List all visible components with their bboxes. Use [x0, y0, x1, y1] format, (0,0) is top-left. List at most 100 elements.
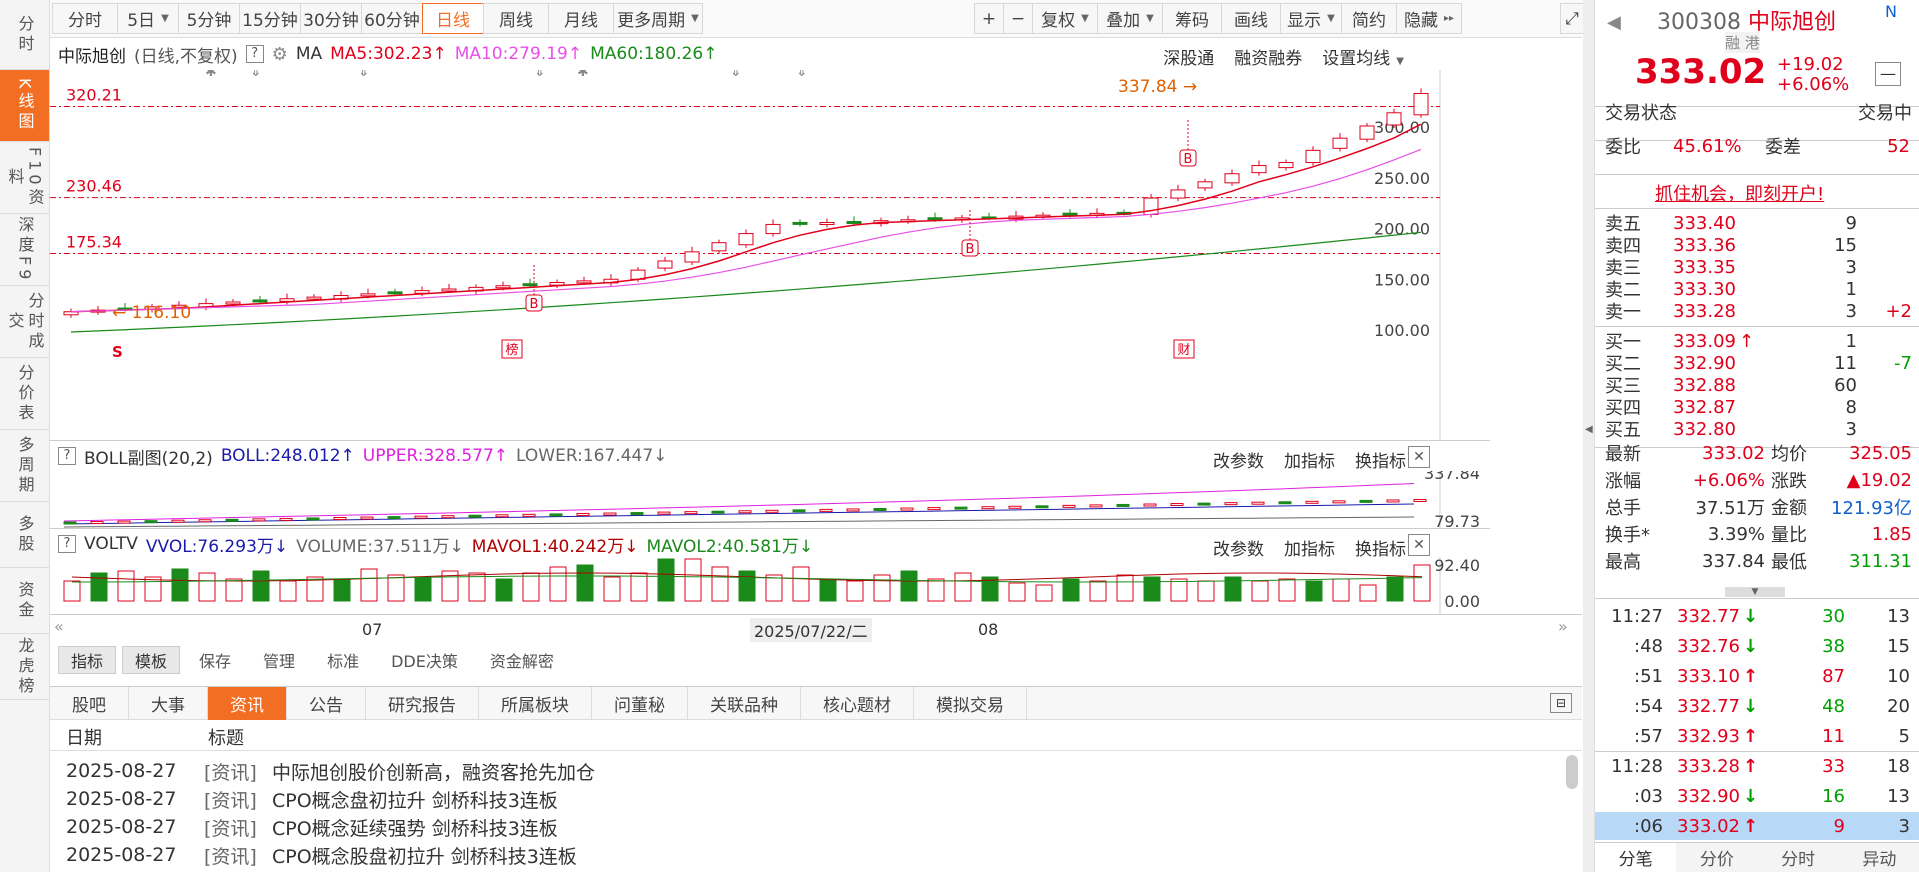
tick-tab-2[interactable]: 分时 — [1758, 843, 1839, 872]
buy-signal-icon[interactable]: B — [961, 239, 979, 257]
news-tab-2[interactable]: 资讯 — [208, 687, 287, 720]
buy-signal-icon[interactable]: B — [1179, 149, 1197, 167]
news-row[interactable]: 2025-08-27 [资讯] CPO概念股盘初拉升 剑桥科技3连板 — [50, 841, 1582, 869]
boll-help-icon[interactable]: ? — [58, 447, 76, 465]
period-button-8[interactable]: 月线 — [548, 3, 614, 34]
tick-price: 332.76 — [1677, 635, 1740, 657]
event-star-icon[interactable]: ⇕ — [730, 70, 742, 80]
left-tab-2[interactable]: F10资料 — [0, 142, 49, 214]
tool-button-8[interactable]: 隐藏 ▸▸ — [1396, 3, 1462, 34]
period-button-7[interactable]: 周线 — [483, 3, 549, 34]
vol-help-icon[interactable]: ? — [58, 535, 76, 553]
scroll-left-icon[interactable]: « — [54, 617, 64, 636]
event-star-icon[interactable]: ⇕ — [796, 70, 808, 80]
indicator-tab-5[interactable]: DDE决策 — [378, 646, 471, 674]
news-tab-6[interactable]: 问董秘 — [592, 687, 688, 720]
margin-link[interactable]: 融资融券 — [1234, 44, 1302, 69]
event-star-icon[interactable]: ⇕ — [250, 70, 262, 80]
event-star-icon[interactable]: ✱ — [577, 70, 589, 80]
left-tab-8[interactable]: 资金 — [0, 568, 49, 634]
period-button-5[interactable]: 60分钟 — [361, 3, 423, 34]
news-tab-3[interactable]: 公告 — [287, 687, 366, 720]
indicator-tab-1[interactable]: 模板 — [122, 646, 181, 674]
boll-add-indicator[interactable]: 加指标 — [1284, 447, 1335, 472]
tool-button-7[interactable]: 简约 — [1341, 3, 1397, 34]
gear-icon[interactable]: ⚙ — [272, 44, 288, 65]
help-icon[interactable]: ? — [245, 45, 264, 63]
expand-panel-icon[interactable]: ⊟ — [1550, 693, 1572, 713]
fullscreen-icon[interactable]: ⤢ — [1560, 3, 1584, 34]
indicator-tab-3[interactable]: 管理 — [250, 646, 308, 674]
finance-marker-icon[interactable]: 财 — [1173, 339, 1195, 359]
tick-row[interactable]: :03 332.90 ↓ 16 13 — [1595, 782, 1919, 810]
tick-row[interactable]: :48 332.76 ↓ 38 15 — [1595, 632, 1919, 660]
tick-tab-3[interactable]: 异动 — [1839, 843, 1919, 872]
hk-connect-link[interactable]: 深股通 — [1163, 44, 1214, 69]
news-tab-9[interactable]: 模拟交易 — [914, 687, 1027, 720]
kline-chart[interactable]: 300.00250.00200.00150.00100.00320.21230.… — [50, 70, 1490, 440]
tick-row[interactable]: :54 332.77 ↓ 48 20 — [1595, 692, 1919, 720]
left-tab-3[interactable]: 深度F9 — [0, 214, 49, 286]
news-tab-1[interactable]: 大事 — [129, 687, 208, 720]
boll-close-icon[interactable]: ✕ — [1408, 446, 1430, 468]
tick-tab-1[interactable]: 分价 — [1676, 843, 1757, 872]
tick-row[interactable]: :51 333.10 ↑ 87 10 — [1595, 662, 1919, 690]
left-tab-1[interactable]: K线图 — [0, 70, 49, 142]
panel-splitter[interactable] — [1583, 0, 1594, 872]
boll-switch-indicator[interactable]: 换指标 — [1355, 447, 1406, 472]
prev-stock-icon[interactable]: ◀ — [1607, 12, 1621, 33]
s-marker-icon[interactable]: S — [112, 343, 123, 361]
news-row[interactable]: 2025-08-27 [资讯] CPO概念盘初拉升 剑桥科技3连板 — [50, 785, 1582, 813]
tool-button-6[interactable]: 显示 ▼ — [1280, 3, 1342, 34]
indicator-tab-6[interactable]: 资金解密 — [477, 646, 567, 674]
news-tab-4[interactable]: 研究报告 — [366, 687, 479, 720]
event-star-icon[interactable]: ⇕ — [534, 70, 546, 80]
tick-row[interactable]: :57 332.93 ↑ 11 5 — [1595, 722, 1919, 750]
indicator-tab-4[interactable]: 标准 — [314, 646, 372, 674]
vol-close-icon[interactable]: ✕ — [1408, 534, 1430, 556]
event-star-icon[interactable]: ✱ — [205, 70, 217, 80]
period-button-6[interactable]: 日线 — [422, 3, 484, 34]
boll-edit-params[interactable]: 改参数 — [1213, 447, 1264, 472]
tool-button-3[interactable]: 叠加 ▼ — [1097, 3, 1163, 34]
indicator-tab-0[interactable]: 指标 — [58, 646, 117, 674]
rank-marker-icon[interactable]: 榜 — [501, 339, 523, 359]
tool-button-5[interactable]: 画线 — [1221, 3, 1281, 34]
set-ma-link[interactable]: 设置均线 ▼ — [1322, 44, 1404, 69]
tick-tab-0[interactable]: 分笔 — [1595, 843, 1677, 872]
event-star-icon[interactable]: ⇕ — [358, 70, 370, 80]
tool-button-2[interactable]: 复权 ▼ — [1032, 3, 1098, 34]
news-scrollbar[interactable] — [1566, 755, 1578, 789]
minimize-icon[interactable]: — — [1875, 62, 1901, 86]
news-tab-0[interactable]: 股吧 — [50, 687, 129, 720]
period-button-0[interactable]: 分时 — [52, 3, 118, 34]
scroll-right-icon[interactable]: » — [1558, 617, 1568, 636]
period-button-4[interactable]: 30分钟 — [300, 3, 362, 34]
collapse-handle[interactable]: ▼ — [1725, 587, 1785, 597]
indicator-tab-2[interactable]: 保存 — [186, 646, 244, 674]
period-button-9[interactable]: 更多周期 ▼ — [613, 3, 703, 34]
tool-button-0[interactable]: + — [974, 3, 1004, 34]
left-tab-6[interactable]: 多周期 — [0, 430, 49, 502]
left-tab-4[interactable]: 分时成交 — [0, 286, 49, 358]
period-button-3[interactable]: 15分钟 — [239, 3, 301, 34]
news-tab-8[interactable]: 核心题材 — [801, 687, 914, 720]
news-tab-5[interactable]: 所属板块 — [479, 687, 592, 720]
left-tab-7[interactable]: 多股 — [0, 502, 49, 568]
period-button-1[interactable]: 5日 ▼ — [117, 3, 179, 34]
period-button-2[interactable]: 5分钟 — [178, 3, 240, 34]
splitter-arrow-icon[interactable]: ◀ — [1585, 424, 1593, 435]
tool-button-1[interactable]: − — [1003, 3, 1033, 34]
tool-button-4[interactable]: 筹码 — [1162, 3, 1222, 34]
tick-row[interactable]: :06 333.02 ↑ 9 3 — [1595, 812, 1919, 840]
news-row[interactable]: 2025-08-27 [资讯] CPO概念延续强势 剑桥科技3连板 — [50, 813, 1582, 841]
news-tab-7[interactable]: 关联品种 — [688, 687, 801, 720]
open-account-link[interactable]: 抓住机会，即刻开户! — [1655, 180, 1824, 206]
left-tab-9[interactable]: 龙虎榜 — [0, 634, 49, 700]
left-tab-0[interactable]: 分时 — [0, 0, 49, 70]
tick-row[interactable]: 11:28 333.28 ↑ 33 18 — [1595, 752, 1919, 780]
news-row[interactable]: 2025-08-27 [资讯] 中际旭创股价创新高，融资客抢先加仓 — [50, 757, 1582, 785]
buy-signal-icon[interactable]: B — [525, 294, 543, 312]
left-tab-5[interactable]: 分价表 — [0, 358, 49, 430]
tick-row[interactable]: 11:27 332.77 ↓ 30 13 — [1595, 602, 1919, 630]
